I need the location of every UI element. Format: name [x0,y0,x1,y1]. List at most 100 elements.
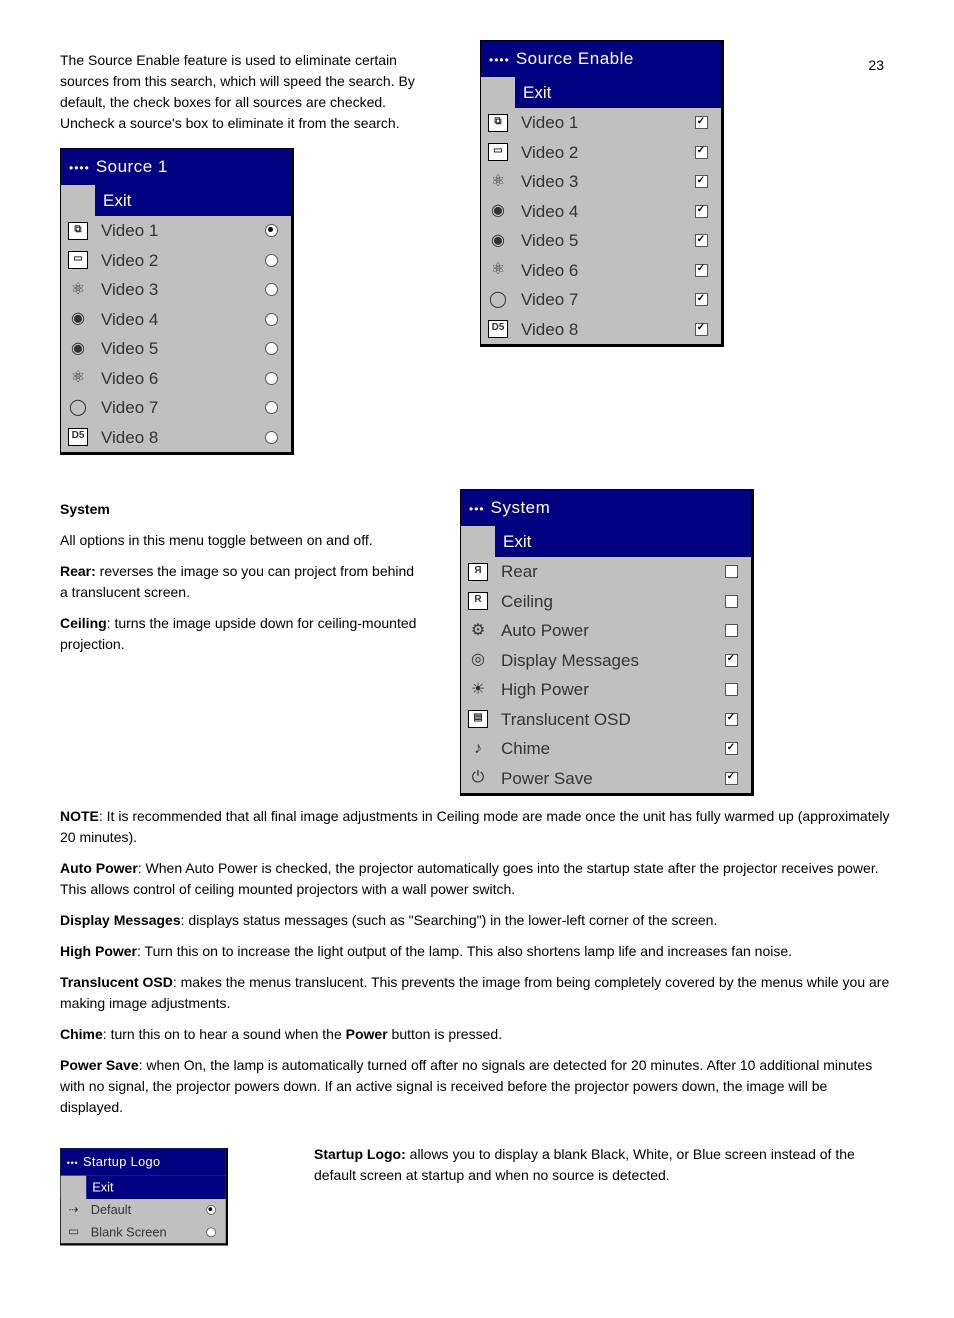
menu-item[interactable]: ⚛ Video 3 [61,275,291,305]
source-icon: ▭ [61,251,95,269]
item-icon: Я [461,563,495,581]
item-icon: ⚛ [481,262,515,278]
menu-item[interactable]: ⚛ Video 6 [481,256,721,286]
menu-item[interactable]: ▭ Blank Screen [61,1221,226,1243]
source-icon: ⚛ [61,370,95,386]
auto-power-paragraph: Auto Power: When Auto Power is checked, … [60,858,894,900]
exit-icon-cell [461,526,495,558]
item-icon: ◯ [481,292,515,308]
menu-item[interactable]: ◉ Video 5 [481,226,721,256]
checkbox-control[interactable] [719,565,743,578]
source-icon: ▭ [61,1226,87,1238]
checkbox-control[interactable] [689,234,713,247]
menu-exit-row[interactable]: Exit [481,77,721,109]
checkbox-control[interactable] [719,654,743,667]
radio-control[interactable] [259,401,283,414]
menu-item[interactable]: ◯ Video 7 [481,285,721,315]
item-icon: ▭ [481,143,515,161]
menu-item[interactable]: R Ceiling [461,587,751,617]
menu-item[interactable]: ♪ Chime [461,734,751,764]
radio-control[interactable] [202,1227,220,1237]
checkbox-control[interactable] [689,293,713,306]
menu-item[interactable]: D5 Video 8 [61,423,291,453]
menu-item[interactable]: ◉ Video 4 [481,197,721,227]
checkbox-control[interactable] [719,772,743,785]
checkbox-control[interactable] [689,146,713,159]
radio-control[interactable] [259,372,283,385]
translucent-paragraph: Translucent OSD: makes the menus translu… [60,972,894,1014]
item-icon: ⧉ [481,114,515,132]
item-icon: ⚙ [461,623,495,639]
exit-label: Exit [515,77,721,109]
item-icon: ♪ [461,741,495,757]
menu-item-label: Video 3 [95,277,259,303]
menu-item[interactable]: ⚛ Video 3 [481,167,721,197]
radio-control[interactable] [259,254,283,267]
high-power-paragraph: High Power: Turn this on to increase the… [60,941,894,962]
dots-icon: •••• [489,53,510,67]
menu-item-label: Default [86,1201,202,1220]
checkbox-control[interactable] [689,323,713,336]
menu-item-label: Video 3 [515,169,689,195]
menu-item[interactable]: ☀ High Power [461,675,751,705]
menu-item[interactable]: D5 Video 8 [481,315,721,345]
radio-control[interactable] [259,342,283,355]
menu-item[interactable]: ◎ Display Messages [461,646,751,676]
checkbox-control[interactable] [719,683,743,696]
checkbox-control[interactable] [719,595,743,608]
menu-item[interactable]: ⏻ Power Save [461,764,751,794]
menu-item[interactable]: ⚙ Auto Power [461,616,751,646]
checkbox-control[interactable] [689,205,713,218]
checkbox-control[interactable] [719,713,743,726]
menu-system-title: •••System [461,490,751,526]
menu-exit-row[interactable]: Exit [61,185,291,217]
menu-item[interactable]: ◉ Video 5 [61,334,291,364]
menu-item[interactable]: ⧉ Video 1 [61,216,291,246]
menu-item[interactable]: Я Rear [461,557,751,587]
item-icon: ◎ [461,652,495,668]
menu-exit-row[interactable]: Exit [461,526,751,558]
checkbox-control[interactable] [689,175,713,188]
source-icon: ◯ [61,400,95,416]
menu-item-label: Video 7 [95,395,259,421]
item-icon: R [461,592,495,610]
system-heading: System [60,499,420,520]
item-icon: ⏻ [461,770,495,786]
menu-item-label: Video 1 [515,110,689,136]
checkbox-control[interactable] [719,624,743,637]
menu-item-label: Video 5 [95,336,259,362]
dots-icon: ••• [67,1158,79,1169]
radio-control[interactable] [259,313,283,326]
menu-item[interactable]: ▭ Video 2 [61,246,291,276]
menu-exit-row[interactable]: Exit [61,1175,226,1199]
radio-control[interactable] [259,283,283,296]
dots-icon: •••• [69,161,90,175]
radio-control[interactable] [202,1205,220,1215]
checkbox-control[interactable] [719,742,743,755]
menu-item-label: Video 2 [95,248,259,274]
display-messages-paragraph: Display Messages: displays status messag… [60,910,894,931]
menu-item[interactable]: ⚛ Video 6 [61,364,291,394]
radio-control[interactable] [259,224,283,237]
menu-item-label: Video 6 [515,258,689,284]
radio-control[interactable] [259,431,283,444]
source-icon: ⧉ [61,222,95,240]
source-icon: ◉ [61,341,95,357]
menu-item[interactable]: ▭ Video 2 [481,138,721,168]
exit-label: Exit [86,1175,226,1199]
menu-item[interactable]: ⇢ Default [61,1199,226,1221]
checkbox-control[interactable] [689,116,713,129]
item-icon: ☀ [461,682,495,698]
menu-item[interactable]: ◯ Video 7 [61,393,291,423]
menu-system: •••System Exit Я Rear R Ceiling ⚙ Auto P… [460,489,754,796]
power-save-paragraph: Power Save: when On, the lamp is automat… [60,1055,894,1118]
menu-item[interactable]: ◉ Video 4 [61,305,291,335]
menu-item-label: Auto Power [495,618,719,644]
checkbox-control[interactable] [689,264,713,277]
item-icon: ⚛ [481,174,515,190]
menu-item[interactable]: ▤ Translucent OSD [461,705,751,735]
rear-paragraph: Rear: reverses the image so you can proj… [60,561,420,603]
menu-item[interactable]: ⧉ Video 1 [481,108,721,138]
exit-icon-cell [481,77,515,109]
intro-paragraph: The Source Enable feature is used to eli… [60,50,420,134]
